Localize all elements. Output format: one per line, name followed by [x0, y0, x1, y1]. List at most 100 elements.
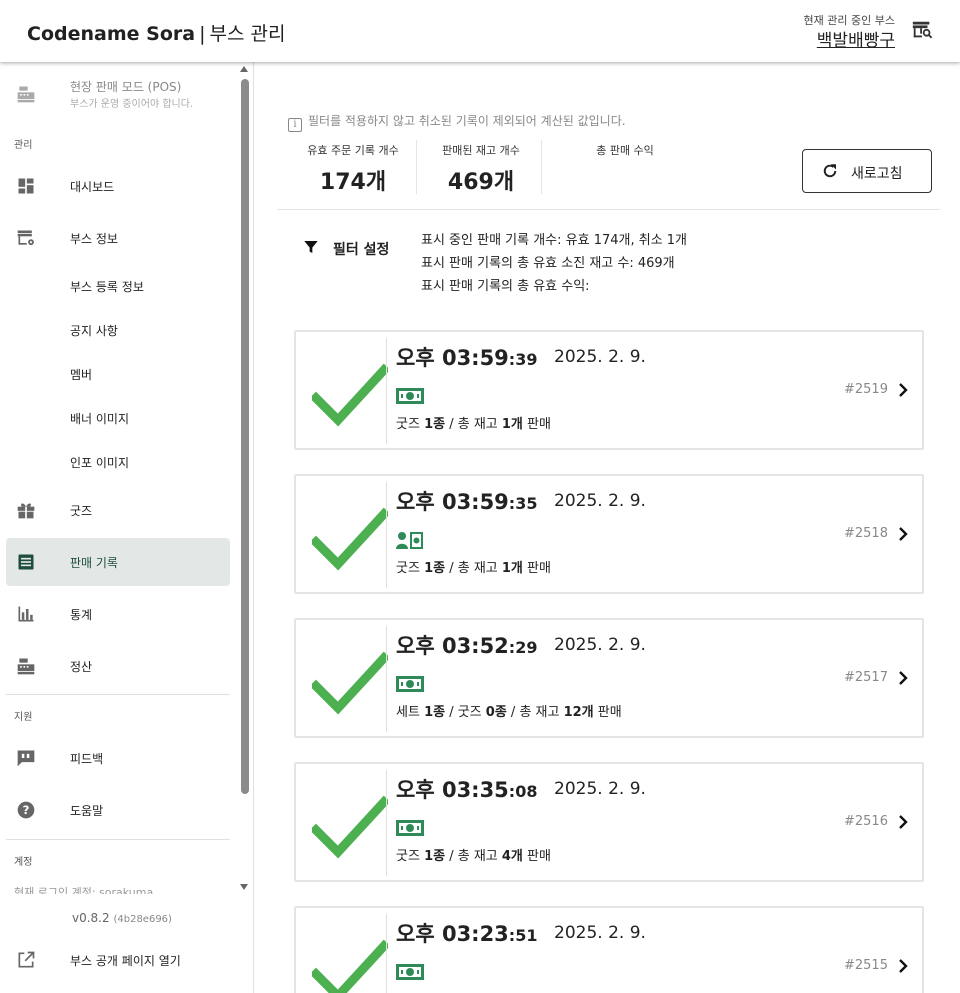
sale-time-hm: 오후 03:59 — [396, 490, 509, 514]
sale-date: 2025. 2. 9. — [554, 491, 646, 511]
open-external-icon — [18, 951, 35, 968]
sidebar-subitem-notice[interactable]: 공지 사항 — [70, 322, 118, 339]
sale-record-card[interactable]: 오후 03:52:29 2025. 2. 9. #2517 세트 1종 / 굿즈 0종… — [294, 618, 924, 738]
order-id: #2519 — [844, 382, 888, 397]
sale-date: 2025. 2. 9. — [554, 779, 646, 799]
card-divider — [386, 626, 387, 732]
content-divider — [277, 209, 940, 210]
stat-divider — [416, 140, 417, 194]
sidebar-subitem-members[interactable]: 멤버 — [70, 366, 92, 383]
chevron-right-icon — [899, 383, 908, 397]
sidebar-item-stats[interactable]: 통계 — [6, 590, 230, 638]
sale-summary-part: 0종 — [485, 705, 507, 720]
sidebar-item-booth-info[interactable]: 부스 정보 — [6, 214, 230, 262]
sale-time-seconds: :08 — [508, 782, 538, 801]
sale-summary: 굿즈 1종 / 총 재고 4개 판매 — [396, 989, 551, 993]
sale-record-card[interactable]: 오후 03:23:51 2025. 2. 9. #2515 굿즈 1종 / 총 재고 … — [294, 906, 924, 993]
sidebar-item-goods[interactable]: 굿즈 — [6, 486, 230, 534]
store-search-icon[interactable] — [911, 19, 933, 41]
dashboard-icon — [18, 178, 34, 194]
store-settings-icon — [17, 230, 34, 246]
sale-summary-part: 1개 — [501, 561, 523, 576]
version-number: v0.8.2 — [72, 911, 110, 925]
sidebar-item-label: 정산 — [70, 660, 93, 674]
sale-summary: 굿즈 1종 / 총 재고 1개 판매 — [396, 557, 551, 576]
sale-time: 오후 03:23:51 — [396, 918, 537, 948]
pos-subtitle: 부스가 운영 중이어야 합니다. — [70, 99, 194, 110]
filter-icon — [304, 241, 318, 253]
transfer-icon — [396, 532, 423, 549]
page-title: 부스 관리 — [209, 23, 286, 45]
cash-register-icon — [17, 86, 35, 103]
stat-caption: 유효 주문 기록 개수 — [307, 144, 399, 157]
sale-record-card[interactable]: 오후 03:35:08 2025. 2. 9. #2516 굿즈 1종 / 총 재고 … — [294, 762, 924, 882]
sale-summary-part: 4개 — [501, 849, 523, 864]
sale-summary-part: 판매 — [593, 705, 622, 720]
sale-time: 오후 03:35:08 — [396, 774, 537, 804]
cash-icon — [396, 388, 424, 404]
sale-summary: 세트 1종 / 굿즈 0종 / 총 재고 12개 판매 — [396, 701, 622, 720]
version-hash: (4b28e696) — [113, 914, 172, 925]
check-icon — [312, 363, 388, 427]
sidebar-item-label: 굿즈 — [70, 504, 93, 518]
main-content: i 필터를 적용하지 않고 취소된 기록이 제외되어 계산된 값입니다. 유효 주… — [255, 62, 960, 993]
card-divider — [386, 914, 387, 993]
sidebar-item-feedback[interactable]: 피드백 — [6, 734, 230, 782]
app-name: Codename Sora — [27, 23, 196, 45]
sidebar-item-open-public-page[interactable]: 부스 공개 페이지 열기 — [6, 936, 230, 984]
sale-summary-part: / 굿즈 — [445, 705, 486, 720]
sale-summary-part: 1종 — [424, 705, 446, 720]
pos-title: 현장 판매 모드 (POS) — [70, 80, 182, 94]
stat-sold-stock: 판매된 재고 개수 469개 — [421, 142, 541, 196]
sidebar-item-settlement[interactable]: 정산 — [6, 642, 230, 690]
current-booth-name[interactable]: 백발배빵구 — [817, 26, 895, 51]
sale-summary-part: 굿즈 — [396, 561, 425, 576]
order-id: #2517 — [844, 670, 888, 685]
stat-caption: 판매된 재고 개수 — [442, 144, 520, 157]
sidebar-divider — [6, 839, 230, 840]
sale-summary-part: / 총 재고 — [506, 705, 564, 720]
refresh-button[interactable]: 새로고침 — [802, 149, 932, 193]
sidebar-item-label: 대시보드 — [70, 180, 115, 194]
sale-time-seconds: :29 — [508, 638, 538, 657]
sidebar-item-help[interactable]: ? 도움말 — [6, 786, 230, 834]
info-icon: i — [288, 118, 302, 132]
scroll-down-arrow[interactable] — [240, 884, 248, 890]
check-icon — [312, 507, 388, 571]
sale-summary-part: 1종 — [424, 561, 446, 576]
sale-summary-part: 1개 — [501, 417, 523, 432]
chevron-right-icon — [899, 527, 908, 541]
section-label-manage: 관리 — [14, 140, 33, 151]
filter-label: 필터 설정 — [333, 242, 390, 258]
sale-summary-part: 판매 — [522, 417, 551, 432]
sidebar-item-pos[interactable]: 현장 판매 모드 (POS) 부스가 운영 중이어야 합니다. — [6, 72, 230, 120]
sale-summary-part: 굿즈 — [396, 849, 425, 864]
sale-record-card[interactable]: 오후 03:59:39 2025. 2. 9. #2519 굿즈 1종 / 총 재고 … — [294, 330, 924, 450]
sidebar-subitem-banner-image[interactable]: 배너 이미지 — [70, 410, 129, 427]
sidebar-subitem-registration[interactable]: 부스 등록 정보 — [70, 278, 144, 295]
sidebar-item-sales[interactable]: 판매 기록 — [6, 538, 230, 586]
sidebar-subitem-info-image[interactable]: 인포 이미지 — [70, 454, 129, 471]
sale-time: 오후 03:52:29 — [396, 630, 537, 660]
gift-icon — [17, 503, 35, 519]
chevron-right-icon — [899, 815, 908, 829]
chevron-right-icon — [899, 671, 908, 685]
section-label-support: 지원 — [14, 712, 33, 723]
sale-summary: 굿즈 1종 / 총 재고 4개 판매 — [396, 845, 551, 864]
sale-summary-part: / 총 재고 — [445, 417, 502, 432]
sidebar-scrollbar-thumb[interactable] — [241, 79, 249, 794]
card-divider — [386, 338, 387, 444]
stat-divider — [541, 140, 542, 194]
filter-summary-count: 표시 중인 판매 기록 개수: 유효 174개, 취소 1개 — [421, 233, 688, 248]
sale-time-seconds: :51 — [508, 926, 538, 945]
current-account: 현재 로그인 계정: sorakuma — [14, 886, 154, 899]
help-icon: ? — [17, 801, 35, 819]
sale-time-hm: 오후 03:52 — [396, 634, 509, 658]
stat-caption: 총 판매 수익 — [596, 144, 654, 157]
scroll-up-arrow[interactable] — [240, 66, 248, 72]
sidebar-item-dashboard[interactable]: 대시보드 — [6, 162, 230, 210]
sale-record-card[interactable]: 오후 03:59:35 2025. 2. 9. #2518 굿즈 1종 / 총 재고 … — [294, 474, 924, 594]
sidebar-item-label: 판매 기록 — [70, 556, 118, 570]
order-id: #2516 — [844, 814, 888, 829]
page-heading: Codename Sora | 부스 관리 — [27, 19, 285, 46]
